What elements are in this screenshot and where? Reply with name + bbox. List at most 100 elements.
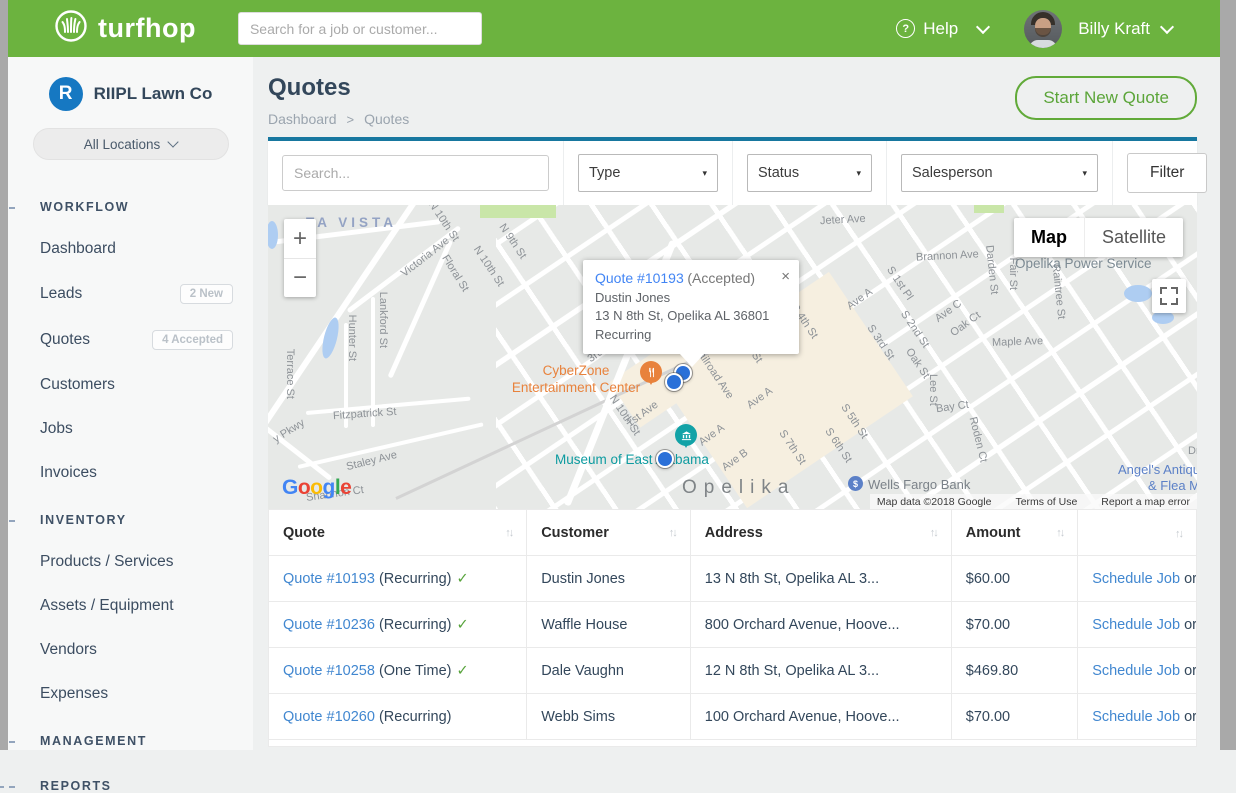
salesperson-select[interactable]: Salesperson ▾ [901, 154, 1098, 192]
report-map-error-link[interactable]: Report a map error [1101, 496, 1190, 508]
schedule-job-link[interactable]: Schedule Job [1092, 571, 1180, 587]
column-header-actions[interactable]: ↑↓ [1078, 510, 1197, 556]
restaurant-poi-icon[interactable] [640, 361, 662, 383]
sidebar-item-invoices[interactable]: Invoices [8, 464, 253, 482]
quote-cell: Quote #10260 (Recurring) [269, 694, 527, 740]
user-avatar[interactable] [1024, 10, 1062, 48]
amount-cell: $70.00 [951, 694, 1077, 740]
sidebar-item-label: Expenses [40, 685, 108, 703]
quote-link[interactable]: Quote #10258 [283, 663, 375, 679]
quote-link[interactable]: Quote #10260 [283, 709, 375, 725]
help-icon: ? [896, 19, 915, 38]
info-window-quote-link[interactable]: Quote #10193 [595, 270, 684, 286]
sort-icon[interactable]: ↑↓ [1056, 527, 1063, 539]
map-label: Jeter Ave [820, 213, 866, 229]
breadcrumb: Dashboard > Quotes [268, 111, 409, 127]
sort-icon[interactable]: ↑↓ [1175, 528, 1182, 540]
sidebar-item-badge: 2 New [180, 284, 233, 304]
terms-of-use-link[interactable]: Terms of Use [1015, 496, 1077, 508]
info-window-customer: Dustin Jones [595, 289, 787, 307]
bank-poi-icon[interactable]: $ [848, 476, 863, 491]
map-canvas[interactable]: TA VISTAN 10th StN 10th StN 9th StVictor… [268, 205, 1197, 509]
map-view-button[interactable]: Map [1014, 218, 1084, 257]
close-icon[interactable]: × [781, 266, 790, 287]
quote-marker[interactable] [656, 450, 674, 468]
satellite-view-button[interactable]: Satellite [1084, 218, 1183, 257]
filter-button[interactable]: Filter [1127, 153, 1207, 193]
global-search-input[interactable] [238, 12, 482, 45]
museum-poi-icon[interactable] [675, 424, 697, 446]
quote-cell: Quote #10236 (Recurring)✓ [269, 602, 527, 648]
sidebar-item-quotes[interactable]: Quotes4 Accepted [8, 330, 253, 350]
map-label: Darden St [981, 245, 1000, 296]
table-header-row: Quote↑↓Customer↑↓Address↑↓Amount↑↓↑↓ [269, 510, 1197, 556]
map-label: Angel's Antiqu & Flea M [1108, 462, 1197, 495]
quote-link[interactable]: Quote #10193 [283, 571, 375, 587]
google-logo-letter: e [340, 476, 351, 499]
left-scrollbar[interactable] [0, 0, 8, 750]
sort-icon[interactable]: ↑↓ [930, 527, 937, 539]
sidebar-item-customers[interactable]: Customers [8, 376, 253, 394]
sort-icon[interactable]: ↑↓ [505, 527, 512, 539]
breadcrumb-dashboard[interactable]: Dashboard [268, 111, 337, 127]
quote-link[interactable]: Quote #10236 [283, 617, 375, 633]
locations-dropdown[interactable]: All Locations [33, 128, 229, 160]
column-header-customer[interactable]: Customer↑↓ [527, 510, 691, 556]
google-logo[interactable]: Google [282, 476, 351, 500]
map-label: Ave A [845, 286, 876, 314]
sidebar-item-assets-equipment[interactable]: Assets / Equipment [8, 597, 253, 615]
table-row: Quote #10260 (Recurring)Webb Sims100 Orc… [269, 694, 1197, 740]
breadcrumb-separator: > [347, 112, 355, 127]
quotes-search-input[interactable] [282, 155, 549, 191]
sidebar-item-products-services[interactable]: Products / Services [8, 553, 253, 571]
right-scrollbar[interactable] [1220, 0, 1236, 750]
nav-section-label: MANAGEMENT [40, 734, 147, 748]
user-name: Billy Kraft [1078, 19, 1150, 39]
sidebar-item-label: Jobs [40, 420, 73, 438]
start-new-quote-button[interactable]: Start New Quote [1015, 76, 1197, 120]
map-label: N 10th St [469, 244, 506, 290]
actions-connector: or [1180, 663, 1196, 679]
chevron-down-icon[interactable] [1160, 19, 1174, 33]
chevron-down-icon [168, 136, 179, 147]
brand-logo[interactable]: turfhop [54, 9, 196, 48]
top-bar: turfhop ? Help Billy Kraft [8, 0, 1220, 57]
sort-icon[interactable]: ↑↓ [669, 527, 676, 539]
zoom-in-button[interactable]: + [284, 219, 316, 258]
help-menu[interactable]: ? Help [896, 19, 988, 39]
actions-connector: or [1180, 571, 1196, 587]
map-type-control: Map Satellite [1014, 218, 1183, 257]
type-select[interactable]: Type ▾ [578, 154, 718, 192]
quote-marker[interactable] [665, 373, 683, 391]
sidebar-item-badge: 4 Accepted [152, 330, 233, 350]
column-header-address[interactable]: Address↑↓ [690, 510, 951, 556]
sidebar-item-leads[interactable]: Leads 2 New [8, 284, 253, 304]
sidebar-item-label: Leads [40, 285, 82, 303]
type-select-label: Type [589, 165, 620, 181]
breadcrumb-current: Quotes [364, 111, 409, 127]
schedule-job-link[interactable]: Schedule Job [1092, 617, 1180, 633]
address-cell: 12 N 8th St, Opelika AL 3... [690, 648, 951, 694]
map-info-window: Quote #10193 (Accepted) × Dustin Jones 1… [583, 260, 799, 354]
map-label: Floral St [438, 253, 471, 295]
quote-type: (Recurring) [375, 709, 452, 725]
schedule-job-link[interactable]: Schedule Job [1092, 663, 1180, 679]
sidebar-item-expenses[interactable]: Expenses [8, 685, 253, 703]
quotes-table: Quote↑↓Customer↑↓Address↑↓Amount↑↓↑↓ Quo… [268, 509, 1197, 740]
status-select[interactable]: Status ▾ [747, 154, 872, 192]
map-data-credit: Map data ©2018 Google [877, 496, 992, 508]
address-cell: 800 Orchard Avenue, Hoove... [690, 602, 951, 648]
column-header-quote[interactable]: Quote↑↓ [269, 510, 527, 556]
column-header-amount[interactable]: Amount↑↓ [951, 510, 1077, 556]
sidebar-item-dashboard[interactable]: Dashboard [8, 240, 253, 258]
amount-cell: $469.80 [951, 648, 1077, 694]
sidebar-item-jobs[interactable]: Jobs [8, 420, 253, 438]
zoom-out-button[interactable]: − [284, 258, 316, 297]
schedule-job-link[interactable]: Schedule Job [1092, 709, 1180, 725]
info-window-address: 13 N 8th St, Opelika AL 36801 [595, 307, 787, 325]
map-label: N 9th St [495, 222, 529, 263]
fullscreen-icon[interactable] [1152, 279, 1186, 313]
sidebar-item-vendors[interactable]: Vendors [8, 641, 253, 659]
map-attribution: Map data ©2018 Google Terms of Use Repor… [870, 494, 1197, 509]
sidebar-item-label: Customers [40, 376, 115, 394]
